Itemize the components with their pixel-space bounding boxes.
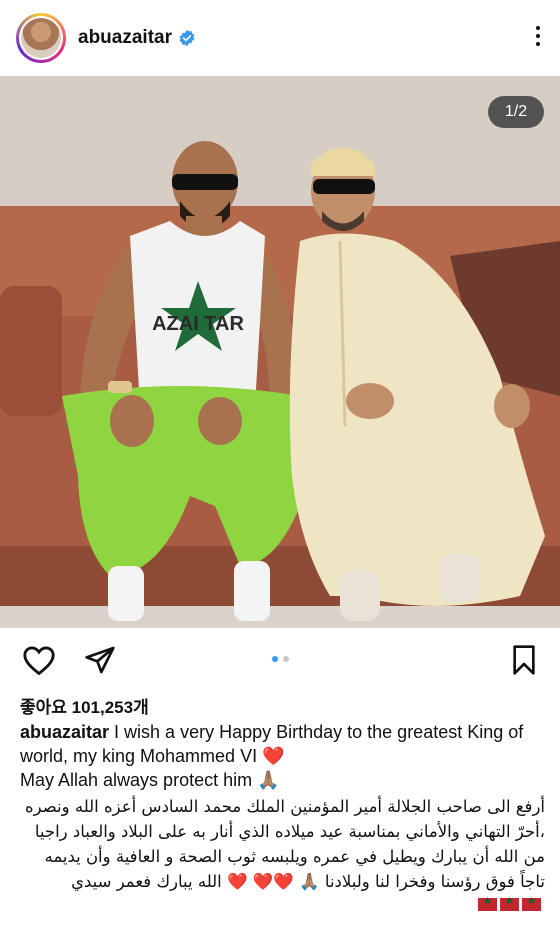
post-image[interactable]: AZAI TAR 1/2 xyxy=(0,76,560,628)
morocco-flag-icon xyxy=(500,896,519,911)
more-options-icon[interactable] xyxy=(536,26,540,46)
username[interactable]: abuazaitar xyxy=(78,27,172,49)
like-count[interactable]: 좋아요 101,253개 xyxy=(20,693,149,718)
morocco-flags xyxy=(478,896,541,911)
post-header: abuazaitar xyxy=(0,0,560,76)
photo-illustration: AZAI TAR xyxy=(0,76,560,628)
caption-line-2: May Allah always protect him 🙏🏽 xyxy=(20,770,280,790)
shirt-text: AZAI TAR xyxy=(152,313,244,335)
carousel-dot-active xyxy=(271,656,278,662)
morocco-flag-icon xyxy=(522,896,541,911)
carousel-dot xyxy=(282,656,289,662)
heart-emoji: ❤️ xyxy=(262,746,285,766)
caption-arabic: أرفع الى صاحب الجلالة أمير المؤمنين المل… xyxy=(24,797,545,891)
morocco-flag-icon xyxy=(478,896,497,911)
bookmark-icon[interactable] xyxy=(510,644,538,676)
carousel-indicator xyxy=(0,656,560,662)
caption-text: abuazaitar I wish a very Happy Birthday … xyxy=(20,720,548,792)
avatar[interactable] xyxy=(16,13,66,63)
verified-badge-icon xyxy=(179,29,195,47)
carousel-counter: 1/2 xyxy=(488,96,544,128)
caption-username[interactable]: abuazaitar xyxy=(20,722,109,742)
action-bar xyxy=(0,628,560,690)
